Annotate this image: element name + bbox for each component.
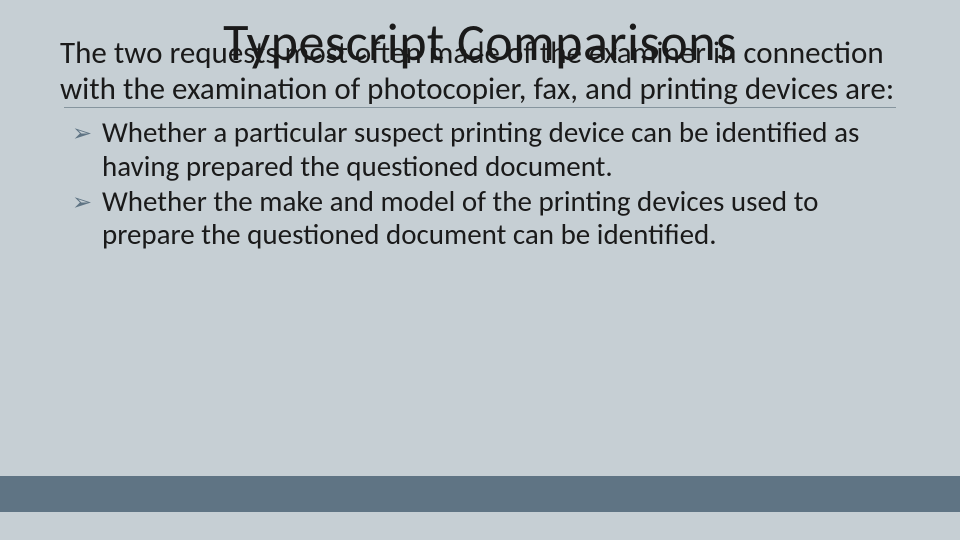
list-item-text: Whether a particular suspect printing de… [102, 114, 859, 183]
bullet-arrow-icon: ➢ [72, 122, 92, 142]
list-item: ➢ Whether the make and model of the prin… [102, 185, 882, 252]
bullet-list: ➢ Whether a particular suspect printing … [50, 112, 910, 251]
list-item: ➢ Whether a particular suspect printing … [102, 116, 882, 183]
bullet-arrow-icon: ➢ [72, 191, 92, 211]
intro-paragraph: The two requests most often made of the … [50, 36, 910, 107]
list-item-text: Whether the make and model of the printi… [102, 183, 818, 252]
footer-accent-band [0, 476, 960, 512]
slide: Typescript Comparisons The two requests … [0, 0, 960, 540]
